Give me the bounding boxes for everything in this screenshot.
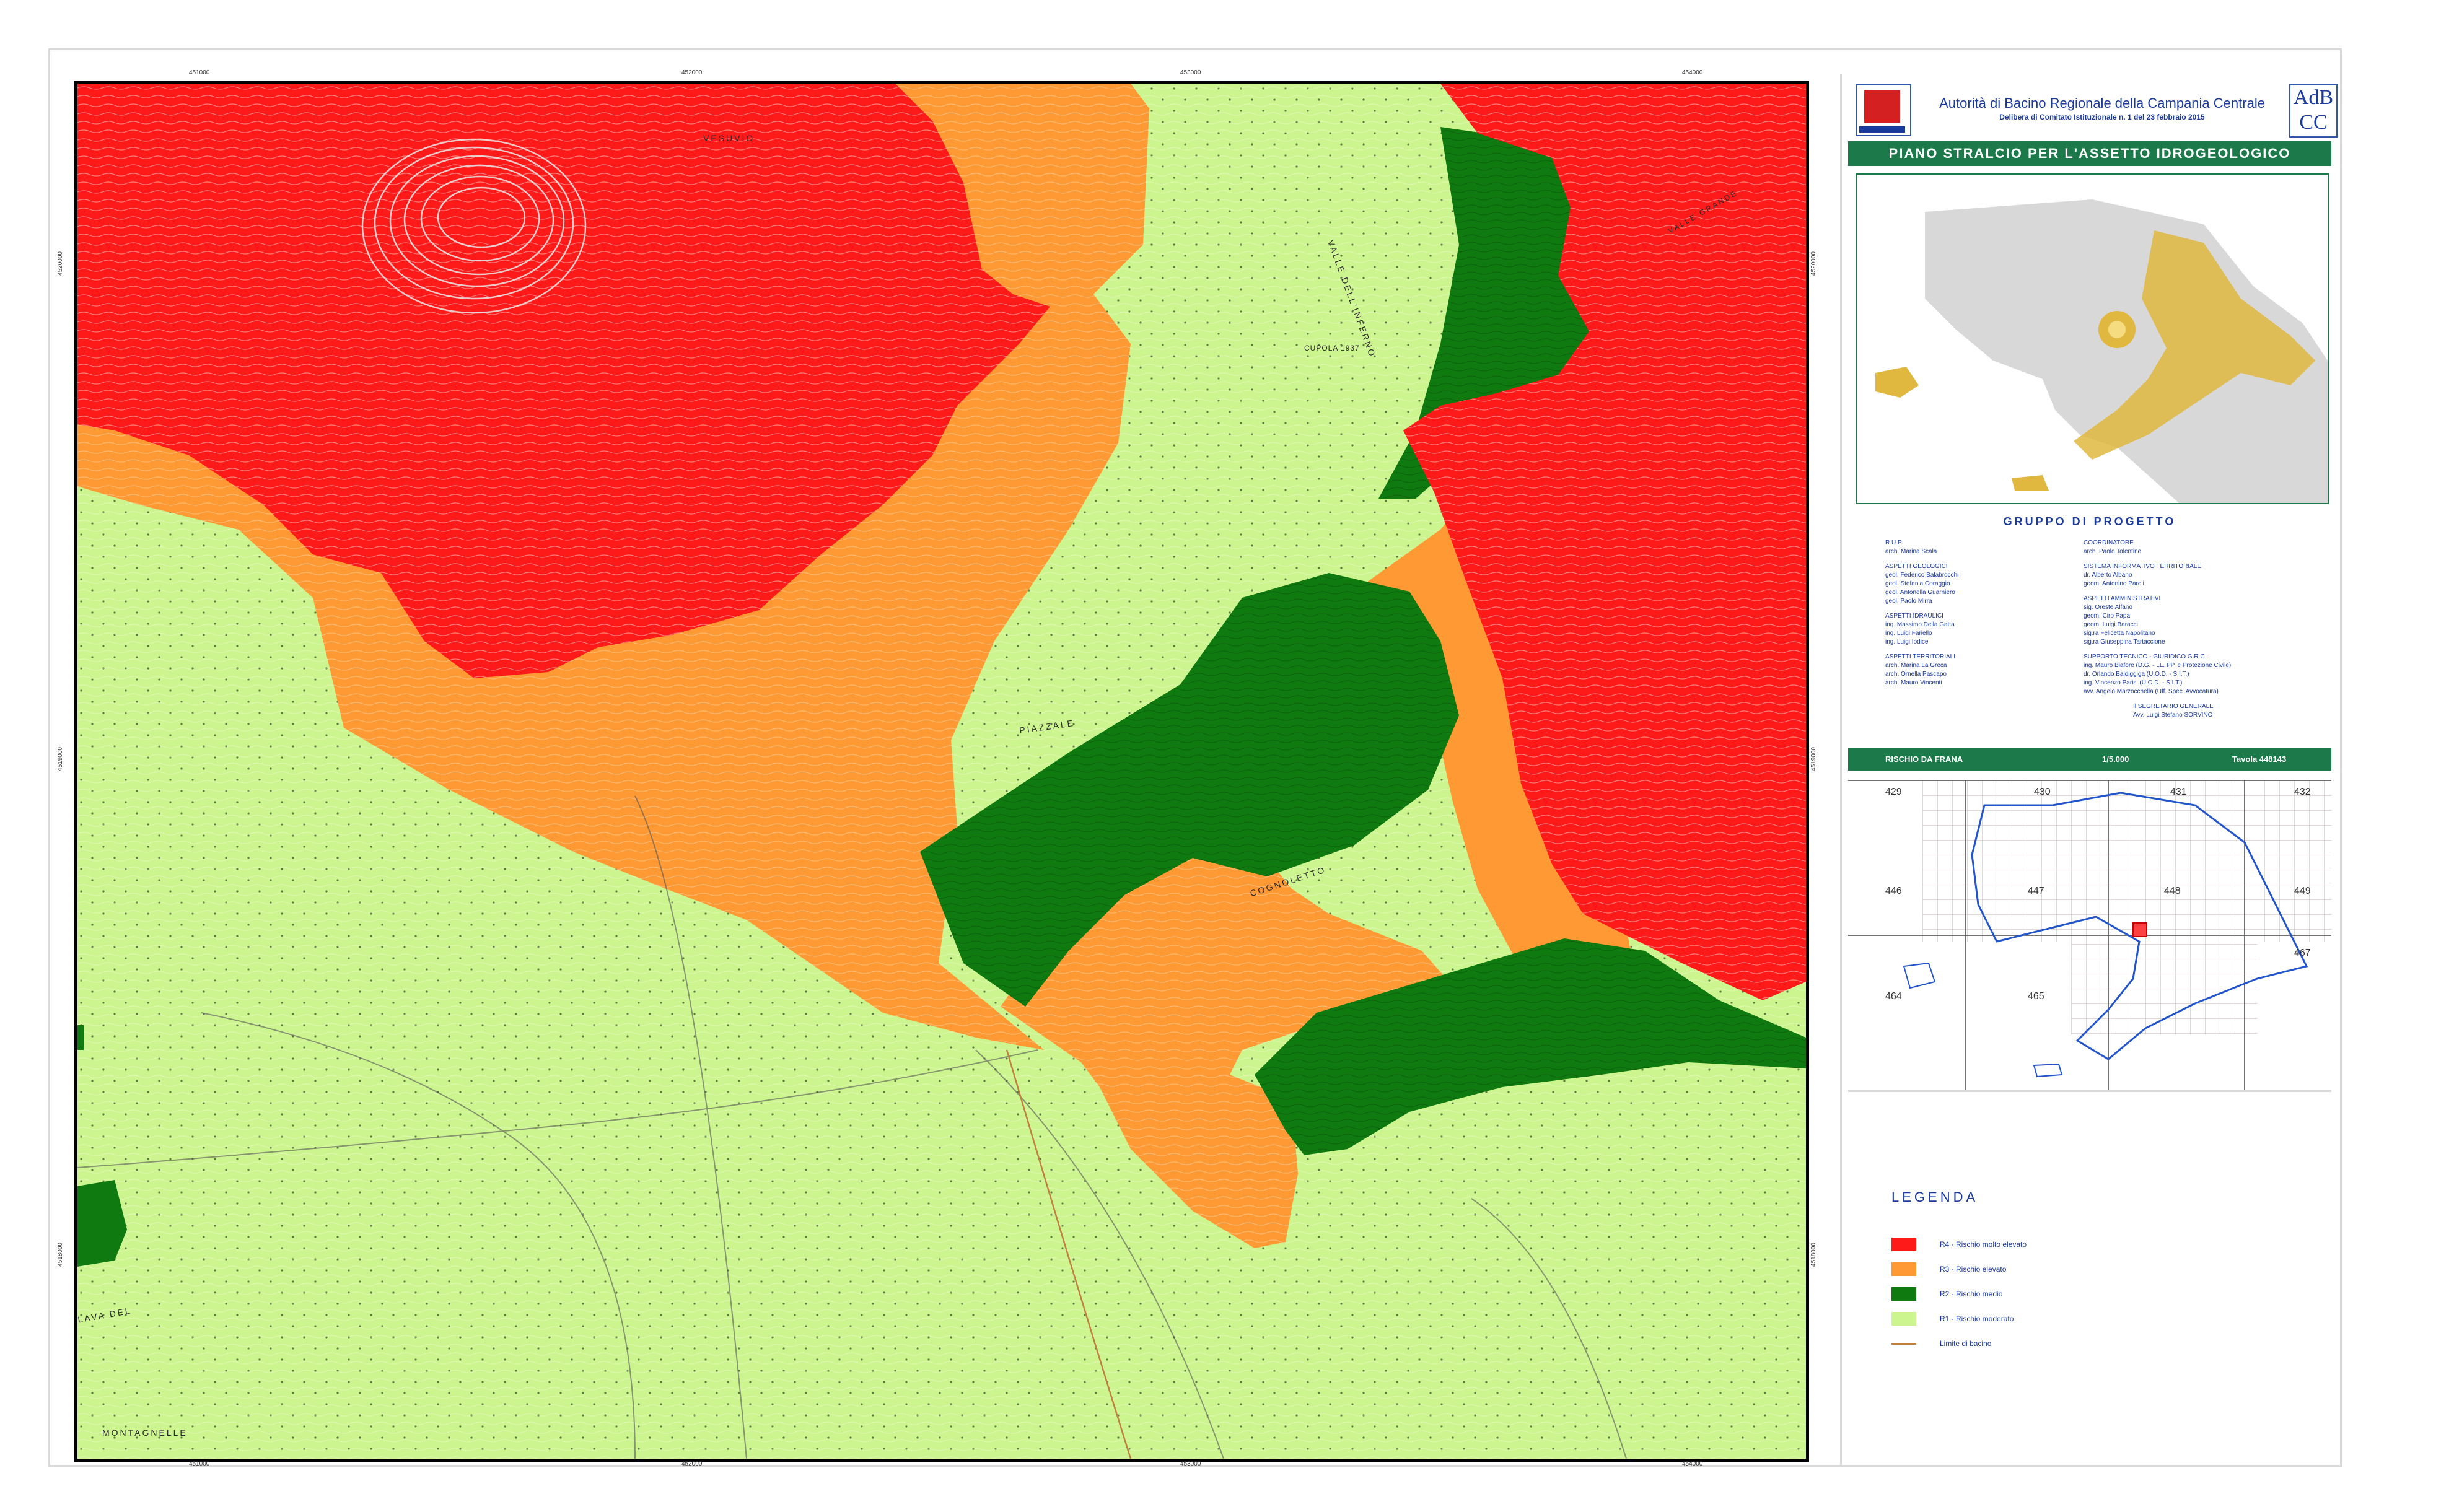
- credit-line: sig.ra Felicetta Napolitano: [2084, 630, 2155, 637]
- sheet-index-svg: [1848, 780, 2331, 1090]
- sheet-447: 447: [2028, 886, 2044, 896]
- coord-right-3: 4518000: [1810, 1243, 1817, 1267]
- regione-campania-logo: [1856, 84, 1911, 136]
- risk-type: RISCHIO DA FRANA: [1885, 754, 1963, 764]
- credit-heading: ASPETTI IDRAULICI: [1885, 613, 1943, 619]
- credit-line: arch. Marina Scala: [1885, 548, 1937, 555]
- project-group-title: GRUPPO DI PROGETTO: [2003, 515, 2176, 528]
- adb-logo: AdB CC: [2289, 84, 2338, 138]
- credit-line: dr. Orlando Baldiggiga (U.O.D. - S.I.T.): [2084, 671, 2189, 678]
- label-cupola: CUPOLA 1937: [1304, 344, 1360, 352]
- credit-line: arch. Marina La Greca: [1885, 662, 1947, 669]
- delibera-text: Delibera di Comitato Istituzionale n. 1 …: [1999, 113, 2205, 121]
- sheet-448: 448: [2164, 886, 2181, 896]
- credit-line: arch. Paolo Tolentino: [2084, 548, 2142, 555]
- coord-right-2: 4519000: [1810, 747, 1817, 771]
- adb-logo-text: AdB: [2293, 86, 2334, 109]
- coord-bottom-3: 453000: [1180, 1461, 1201, 1467]
- sheet-429: 429: [1885, 787, 1902, 797]
- credit-line: sig.ra Giuseppina Tartaccione: [2084, 639, 2165, 645]
- credit-heading: SUPPORTO TECNICO - GIURIDICO G.R.C.: [2084, 653, 2207, 660]
- credit-line: sig. Oreste Alfano: [2084, 604, 2132, 611]
- credit-line: geol. Paolo Mirra: [1885, 598, 1932, 605]
- credit-heading: ASPETTI GEOLOGICI: [1885, 563, 1948, 570]
- credit-line: geom. Ciro Papa: [2084, 613, 2131, 619]
- coord-bottom-2: 452000: [681, 1461, 703, 1467]
- legend-label: Limite di bacino: [1940, 1339, 1992, 1348]
- adb-logo-sub: CC: [2299, 111, 2328, 134]
- legend-label: R1 - Rischio moderato: [1940, 1314, 2014, 1323]
- sheet-446: 446: [1885, 886, 1902, 896]
- credit-line: geol. Federico Balabrocchi: [1885, 572, 1959, 579]
- credit-line: geol. Antonella Guarniero: [1885, 589, 1955, 596]
- overview-map[interactable]: [1856, 173, 2329, 504]
- credit-line: ing. Luigi Fariello: [1885, 630, 1932, 637]
- credit-line: geom. Luigi Baracci: [2084, 621, 2138, 628]
- coord-top-2: 452000: [681, 69, 703, 76]
- legend-label: R2 - Rischio medio: [1940, 1290, 2003, 1298]
- info-panel: Autorità di Bacino Regionale della Campa…: [1840, 74, 2338, 1467]
- sheet-430: 430: [2034, 787, 2051, 797]
- credits-right: COORDINATORE arch. Paolo Tolentino SISTE…: [2084, 539, 2331, 720]
- legend-swatch-r2: [1891, 1287, 1916, 1301]
- coord-left-1: 4520000: [56, 251, 64, 276]
- sheet-number: Tavola 448143: [2232, 754, 2287, 764]
- authority-name: Autorità di Bacino Regionale della Campa…: [1939, 95, 2265, 111]
- sheet-432: 432: [2294, 787, 2311, 797]
- credit-line: arch. Ornella Pascapo: [1885, 671, 1947, 678]
- legend-swatch-r1: [1891, 1312, 1916, 1326]
- credit-line: dr. Alberto Albano: [2084, 572, 2132, 579]
- sheet-464: 464: [1885, 991, 1902, 1002]
- risk-map-svg: [77, 84, 1806, 1459]
- coord-top-4: 454000: [1682, 69, 1703, 76]
- coord-right-1: 4520000: [1810, 251, 1817, 276]
- coord-top-3: 453000: [1180, 69, 1201, 76]
- legend-label: R3 - Rischio elevato: [1940, 1265, 2007, 1274]
- credit-heading: R.U.P.: [1885, 540, 1903, 546]
- coord-bottom-1: 451000: [189, 1461, 210, 1467]
- coord-left-2: 4519000: [56, 747, 64, 771]
- sheet-info-bar: RISCHIO DA FRANA 1/5.000 Tavola 448143: [1848, 748, 2331, 771]
- credit-line: Il SEGRETARIO GENERALE: [2133, 703, 2214, 710]
- credit-line: geol. Stefania Coraggio: [1885, 580, 1950, 587]
- map-scale: 1/5.000: [2102, 754, 2129, 764]
- credit-line: avv. Angelo Marzocchella (Uff. Spec. Avv…: [2084, 688, 2219, 695]
- sheet-431: 431: [2170, 787, 2187, 797]
- credit-line: Avv. Luigi Stefano SORVINO: [2133, 712, 2213, 719]
- credit-line: ing. Vincenzo Parisi (U.O.D. - S.I.T.): [2084, 680, 2183, 686]
- credit-line: ing. Massimo Della Gatta: [1885, 621, 1955, 628]
- legend-swatch-boundary: [1891, 1343, 1916, 1345]
- credit-heading: ASPETTI TERRITORIALI: [1885, 653, 1955, 660]
- sheet-index-map[interactable]: 429 430 431 432 446 447 448 449 464 465 …: [1848, 780, 2331, 1092]
- legend-title: LEGENDA: [1891, 1189, 1979, 1205]
- risk-map[interactable]: VESUVIO PIAZZALE COGNOLETTO CUPOLA 1937 …: [74, 81, 1809, 1462]
- credit-heading: SISTEMA INFORMATIVO TERRITORIALE: [2084, 563, 2202, 570]
- sheet-467: 467: [2294, 948, 2311, 958]
- coord-bottom-4: 454000: [1682, 1461, 1703, 1467]
- credit-heading: COORDINATORE: [2084, 540, 2134, 546]
- sheet-465: 465: [2028, 991, 2044, 1002]
- credit-line: geom. Antonino Paroli: [2084, 580, 2144, 587]
- sheet-449: 449: [2294, 886, 2311, 896]
- coord-left-3: 4518000: [56, 1243, 64, 1267]
- label-vesuvio: VESUVIO: [703, 133, 755, 143]
- label-montagnelle: MONTAGNELLE: [102, 1428, 188, 1438]
- overview-map-svg: [1857, 175, 2328, 503]
- credits-left: R.U.P. arch. Marina Scala ASPETTI GEOLOG…: [1885, 539, 2096, 688]
- credit-heading: ASPETTI AMMINISTRATIVI: [2084, 595, 2161, 602]
- credit-line: ing. Luigi Iodice: [1885, 639, 1929, 645]
- legend-swatch-r4: [1891, 1238, 1916, 1251]
- legend-label: R4 - Rischio molto elevato: [1940, 1240, 2027, 1249]
- plan-title: PIANO STRALCIO PER L'ASSETTO IDROGEOLOGI…: [1848, 141, 2331, 166]
- coord-top-1: 451000: [189, 69, 210, 76]
- credit-line: arch. Mauro Vincenti: [1885, 680, 1942, 686]
- legend-swatch-r3: [1891, 1262, 1916, 1276]
- credit-line: ing. Mauro Biafore (D.G. - LL. PP. e Pro…: [2084, 662, 2232, 669]
